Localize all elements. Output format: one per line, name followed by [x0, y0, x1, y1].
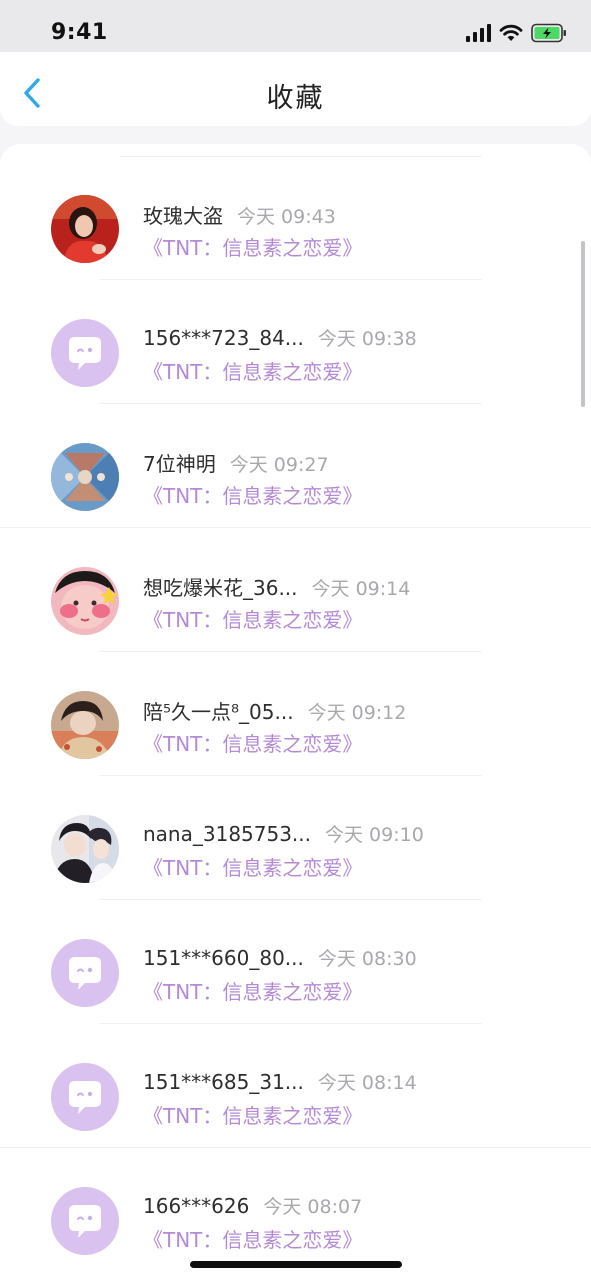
book-title-link[interactable]: 《TNT：信息素之恋爱》 [143, 604, 362, 633]
cellular-signal-icon [465, 24, 491, 46]
list-item[interactable]: 7位神明 今天 09:27 《TNT：信息素之恋爱》 [0, 392, 591, 528]
favorite-time: 今天 09:10 [325, 824, 424, 846]
book-title-link[interactable]: 《TNT：信息素之恋爱》 [143, 356, 362, 385]
list-item[interactable]: 151***660_80... 今天 08:30 《TNT：信息素之恋爱》 [0, 888, 591, 1024]
user-name: 玫瑰大盗 今天 09:43 [143, 204, 336, 228]
user-name: 151***685_31... 今天 08:14 [143, 1070, 417, 1094]
user-avatar[interactable] [51, 443, 119, 511]
book-title-link[interactable]: 《TNT：信息素之恋爱》 [143, 232, 362, 261]
wifi-icon [499, 24, 523, 46]
user-name: 想吃爆米花_36... 今天 09:14 [143, 576, 411, 600]
list-item[interactable]: 想吃爆米花_36... 今天 09:14 《TNT：信息素之恋爱》 [0, 516, 591, 652]
favorite-time: 今天 09:27 [229, 454, 329, 476]
book-title-link[interactable]: 《TNT：信息素之恋爱》 [143, 480, 362, 509]
list-scrollbar[interactable] [581, 241, 585, 407]
favorite-time: 今天 09:12 [307, 702, 407, 724]
home-indicator[interactable] [190, 1261, 402, 1268]
user-name: 156***723_84... 今天 09:38 [143, 326, 417, 350]
favorite-time: 今天 08:30 [317, 948, 417, 970]
book-title-link[interactable]: 《TNT：信息素之恋爱》 [143, 976, 362, 1005]
user-avatar[interactable] [51, 567, 119, 635]
status-bar: 9:41 [0, 0, 591, 52]
book-title-link[interactable]: 《TNT：信息素之恋爱》 [143, 1100, 362, 1129]
favorite-time: 今天 09:38 [317, 328, 417, 350]
list-item[interactable]: 166***626 今天 08:07 《TNT：信息素之恋爱》 [0, 1136, 591, 1260]
default-avatar[interactable] [51, 1063, 119, 1131]
book-title-link[interactable]: 《TNT：信息素之恋爱》 [143, 1224, 362, 1253]
navigation-bar: 收藏 [0, 52, 591, 126]
user-name: 166***626 今天 08:07 [143, 1194, 363, 1218]
list-item[interactable]: 陪⁵久一点⁸_05... 今天 09:12 《TNT：信息素之恋爱》 [0, 640, 591, 776]
default-avatar[interactable] [51, 319, 119, 387]
default-avatar[interactable] [51, 1187, 119, 1255]
list-item[interactable]: 151***685_31... 今天 08:14 《TNT：信息素之恋爱》 [0, 1012, 591, 1148]
user-name: 陪⁵久一点⁸_05... 今天 09:12 [143, 700, 407, 724]
status-time: 9:41 [51, 20, 108, 45]
user-name: nana_3185753... 今天 09:10 [143, 822, 424, 846]
status-icons [465, 22, 567, 48]
battery-charging-icon [531, 23, 567, 47]
user-avatar[interactable] [51, 691, 119, 759]
default-avatar[interactable] [51, 939, 119, 1007]
page-title: 收藏 [266, 83, 325, 114]
favorite-time: 今天 09:43 [237, 206, 336, 228]
user-avatar[interactable] [51, 195, 119, 263]
book-title-link[interactable]: 《TNT：信息素之恋爱》 [143, 852, 362, 881]
favorite-time: 今天 08:14 [317, 1072, 417, 1094]
favorite-time: 今天 09:14 [311, 578, 411, 600]
list-item[interactable]: nana_3185753... 今天 09:10 《TNT：信息素之恋爱》 [0, 764, 591, 900]
favorites-list: 玫瑰大盗 今天 09:43 《TNT：信息素之恋爱》 156***723_84..… [0, 144, 591, 1280]
user-name: 151***660_80... 今天 08:30 [143, 946, 417, 970]
user-avatar[interactable] [51, 815, 119, 883]
list-item[interactable]: 玫瑰大盗 今天 09:43 《TNT：信息素之恋爱》 [0, 144, 591, 280]
book-title-link[interactable]: 《TNT：信息素之恋爱》 [143, 728, 362, 757]
favorite-time: 今天 08:07 [263, 1196, 363, 1218]
user-name: 7位神明 今天 09:27 [143, 452, 329, 476]
list-item[interactable]: 156***723_84... 今天 09:38 《TNT：信息素之恋爱》 [0, 268, 591, 404]
